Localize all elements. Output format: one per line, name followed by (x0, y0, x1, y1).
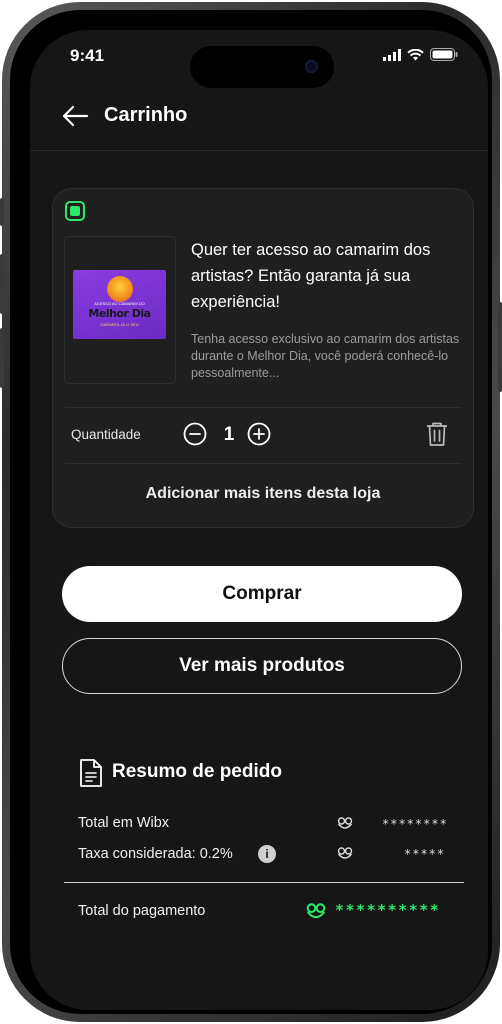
item-select-checkbox[interactable] (65, 201, 85, 221)
product-title: Quer ter acesso ao camarim dos artistas?… (191, 241, 431, 311)
total-payment-label: Total do pagamento (78, 903, 206, 919)
signal-icon (383, 48, 401, 61)
wibx-frog-icon (337, 817, 353, 829)
add-more-items-link[interactable]: Adicionar mais itens desta loja (53, 485, 473, 503)
summary-divider (64, 882, 464, 883)
product-image: ACESSO AO CAMARIM DO Melhor Dia GARANTA … (73, 270, 166, 339)
quantity-value: 1 (223, 424, 235, 445)
product-description: Tenha acesso exclusivo ao camarim dos ar… (191, 332, 460, 380)
mask-illustration (107, 276, 133, 302)
volume-down-button (0, 328, 4, 388)
cart-item-card: ACESSO AO CAMARIM DO Melhor Dia GARANTA … (52, 188, 474, 528)
divider (65, 407, 461, 408)
trash-icon[interactable] (425, 421, 449, 447)
info-icon[interactable]: i (258, 845, 276, 863)
product-image-brand: Melhor Dia (88, 307, 151, 320)
power-button (498, 302, 502, 392)
product-image-bottom-text: GARANTA JÁ O SEU (100, 322, 139, 327)
wifi-icon (407, 48, 424, 60)
wibx-frog-green-icon (306, 903, 326, 919)
status-time: 9:41 (70, 46, 105, 65)
total-wibx-label: Total em Wibx (78, 815, 170, 831)
fee-value: ***** (404, 847, 446, 861)
divider (65, 463, 461, 464)
total-payment-value: ********** (335, 901, 441, 919)
phone-frame: 9:41 Carrinho ACESSO AO CAMARIM DO Melho… (0, 2, 502, 1022)
decrease-quantity-button[interactable] (183, 422, 207, 446)
bezel: 9:41 Carrinho ACESSO AO CAMARIM DO Melho… (10, 10, 492, 1014)
page-title: Carrinho (104, 104, 188, 126)
camera-icon (305, 60, 318, 73)
more-products-button[interactable]: Ver mais produtos (62, 638, 462, 694)
product-image-top-text: ACESSO AO CAMARIM DO (94, 301, 145, 306)
wibx-frog-icon (337, 847, 353, 859)
battery-icon (430, 48, 458, 61)
document-icon (80, 759, 102, 787)
screen: 9:41 Carrinho ACESSO AO CAMARIM DO Melho… (30, 30, 488, 1010)
total-wibx-value: ******** (382, 817, 448, 831)
status-icons (383, 48, 458, 61)
summary-title: Resumo de pedido (112, 761, 282, 782)
checkbox-checked-mark (70, 206, 80, 216)
dynamic-island (190, 46, 334, 88)
app-header: Carrinho (30, 92, 488, 151)
product-thumbnail[interactable]: ACESSO AO CAMARIM DO Melhor Dia GARANTA … (64, 236, 176, 384)
buy-button[interactable]: Comprar (62, 566, 462, 622)
back-arrow-icon[interactable] (60, 104, 90, 128)
silent-switch (0, 198, 4, 226)
increase-quantity-button[interactable] (247, 422, 271, 446)
volume-up-button (0, 254, 4, 314)
fee-label: Taxa considerada: 0.2% (78, 846, 233, 862)
quantity-label: Quantidade (71, 427, 141, 442)
